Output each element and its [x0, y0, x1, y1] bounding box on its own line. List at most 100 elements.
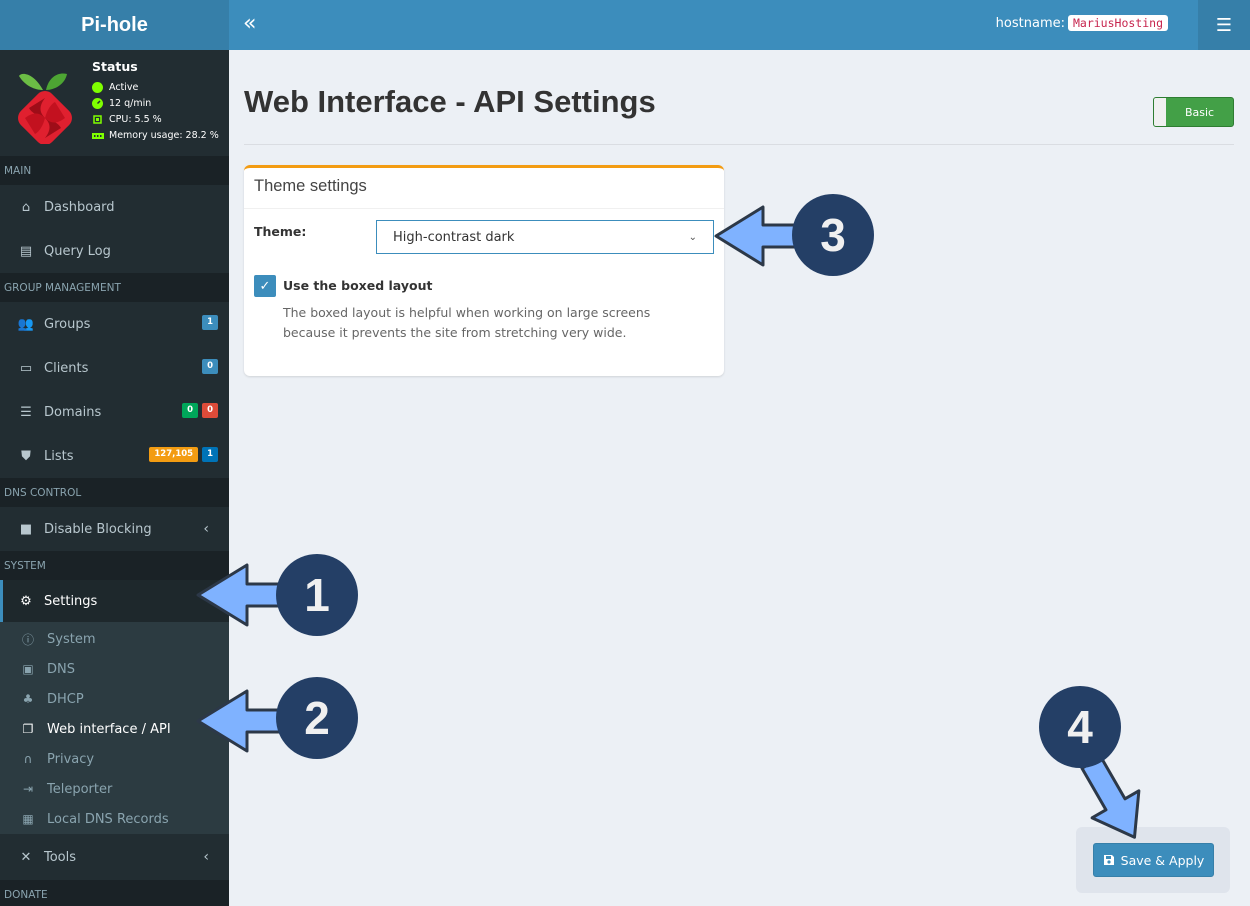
chevron-left-icon: ‹ — [203, 849, 209, 865]
theme-label: Theme: — [254, 224, 307, 239]
theme-select[interactable]: High-contrast dark ⌄ — [376, 220, 714, 254]
cpu-icon — [92, 114, 103, 125]
shield-icon: ⛊ — [21, 448, 31, 464]
box-title: Theme settings — [244, 168, 724, 209]
sidebar-item-label: Dashboard — [44, 199, 115, 215]
sidebar-item-query-log[interactable]: ▤ Query Log — [0, 229, 229, 273]
callout-step-2: 2 — [276, 677, 358, 759]
sidebar-item-dashboard[interactable]: ⌂ Dashboard — [0, 185, 229, 229]
section-donate: DONATE — [0, 880, 229, 906]
file-export-icon: ⇥ — [22, 782, 34, 796]
status-memory-text: Memory usage: 28.2 % — [109, 129, 219, 141]
callout-step-3: 3 — [792, 194, 874, 276]
sidebar-item-clients[interactable]: ▭ Clients 0 — [0, 346, 229, 390]
stop-icon: ■ — [19, 521, 33, 537]
sidebar-item-label: Domains — [44, 404, 102, 420]
users-icon: 👥 — [17, 316, 35, 332]
address-book-icon: ▣ — [22, 662, 34, 676]
sidebar-subitem-local-dns[interactable]: ▦ Local DNS Records — [0, 804, 229, 834]
gears-icon: ⚙ — [20, 593, 32, 609]
toggle-knob — [1154, 98, 1166, 126]
status-dot-icon — [92, 81, 103, 93]
logo-text: Pi-hole — [81, 13, 148, 36]
contact-card-icon: ▦ — [22, 812, 34, 826]
tools-icon: ✕ — [20, 849, 32, 865]
callout-number: 1 — [304, 569, 330, 621]
list-icon: ☰ — [20, 404, 32, 420]
section-dns-control: DNS CONTROL — [0, 478, 229, 507]
sitemap-icon: ♣ — [22, 692, 34, 706]
floppy-disk-icon — [1103, 855, 1114, 865]
status-panel: Status Active 12 q/min CPU: 5.5 % Memory… — [0, 50, 229, 156]
status-queries: 12 q/min — [92, 95, 219, 111]
sidebar-item-label: Tools — [44, 849, 77, 865]
sidebar-item-tools[interactable]: ✕ Tools ‹ — [0, 834, 229, 880]
gauge-icon — [92, 97, 103, 109]
denied-domains-badge: 0 — [202, 403, 218, 418]
sidebar-item-domains[interactable]: ☰ Domains 0 0 — [0, 390, 229, 434]
pihole-logo-icon — [18, 73, 72, 144]
status-cpu: CPU: 5.5 % — [92, 111, 219, 127]
gravity-domains-badge: 127,105 — [149, 447, 199, 462]
sidebar-item-lists[interactable]: ⛊ Lists 127,105 1 — [0, 434, 229, 478]
page-title: Web Interface - API Settings — [244, 84, 656, 119]
annotation-arrow-4 — [1080, 755, 1141, 839]
status-active-text: Active — [109, 81, 139, 93]
sidebar-item-disable-blocking[interactable]: ■ Disable Blocking ‹ — [0, 507, 229, 551]
clients-count-badge: 0 — [202, 359, 218, 374]
laptop-icon: ▭ — [19, 360, 33, 376]
hamburger-menu-button[interactable]: ☰ — [1198, 0, 1250, 50]
sidebar-item-label: Disable Blocking — [44, 521, 152, 537]
status-block: Status Active 12 q/min CPU: 5.5 % Memory… — [92, 59, 219, 143]
theme-select-value: High-contrast dark — [393, 229, 515, 245]
sidebar: Status Active 12 q/min CPU: 5.5 % Memory… — [0, 50, 229, 906]
boxed-layout-help: The boxed layout is helpful when working… — [283, 305, 651, 340]
boxed-layout-label[interactable]: Use the boxed layout — [283, 278, 432, 293]
groups-count-badge: 1 — [202, 315, 218, 330]
sidebar-subitem-label: Local DNS Records — [47, 811, 169, 827]
file-icon: ▤ — [19, 243, 33, 259]
binoculars-icon: ∩ — [23, 752, 33, 766]
callout-step-1: 1 — [276, 554, 358, 636]
checkmark-icon: ✓ — [259, 278, 271, 294]
app-logo[interactable]: Pi-hole — [0, 0, 229, 50]
top-navbar: « hostname: MariusHosting ☰ — [229, 0, 1250, 50]
status-memory: Memory usage: 28.2 % — [92, 127, 219, 143]
window-restore-icon: ❐ — [22, 722, 34, 736]
save-apply-button[interactable]: Save & Apply — [1093, 843, 1214, 877]
expert-mode-toggle[interactable]: Basic — [1153, 97, 1234, 127]
hostname-label: hostname: — [995, 15, 1065, 31]
lists-count-badge: 1 — [202, 447, 218, 462]
sidebar-collapse-icon[interactable]: « — [243, 12, 256, 36]
status-title: Status — [92, 59, 138, 74]
theme-settings-box: Theme settings Theme: High-contrast dark… — [244, 165, 724, 376]
callout-number: 4 — [1067, 701, 1093, 753]
status-queries-text: 12 q/min — [109, 97, 152, 109]
save-apply-label: Save & Apply — [1120, 852, 1205, 868]
sidebar-subitem-dns[interactable]: ▣ DNS — [0, 654, 229, 684]
title-divider — [244, 144, 1234, 145]
callout-number: 2 — [304, 692, 330, 744]
hostname-display: hostname: MariusHosting — [996, 15, 1168, 31]
sidebar-subitem-label: DHCP — [47, 691, 84, 707]
sidebar-item-groups[interactable]: 👥 Groups 1 — [0, 302, 229, 346]
info-icon: ⓘ — [21, 632, 34, 647]
chevron-down-icon: ⌄ — [688, 231, 697, 243]
sidebar-subitem-label: Privacy — [47, 751, 95, 767]
boxed-layout-checkbox[interactable]: ✓ — [254, 275, 276, 297]
callout-number: 3 — [820, 209, 846, 261]
sidebar-item-label: Settings — [44, 593, 98, 609]
allowed-domains-badge: 0 — [182, 403, 199, 418]
chevron-left-icon: ‹ — [203, 521, 209, 537]
sidebar-item-label: Lists — [44, 448, 74, 464]
status-cpu-text: CPU: 5.5 % — [109, 113, 162, 125]
status-active: Active — [92, 79, 219, 95]
sidebar-subitem-label: DNS — [47, 661, 75, 677]
sidebar-subitem-label: System — [47, 631, 96, 647]
toggle-label: Basic — [1184, 105, 1215, 119]
memory-icon — [92, 130, 104, 141]
callout-step-4: 4 — [1039, 686, 1121, 768]
section-main: MAIN — [0, 156, 229, 185]
sidebar-subitem-teleporter[interactable]: ⇥ Teleporter — [0, 774, 229, 804]
sidebar-item-label: Query Log — [44, 243, 111, 259]
